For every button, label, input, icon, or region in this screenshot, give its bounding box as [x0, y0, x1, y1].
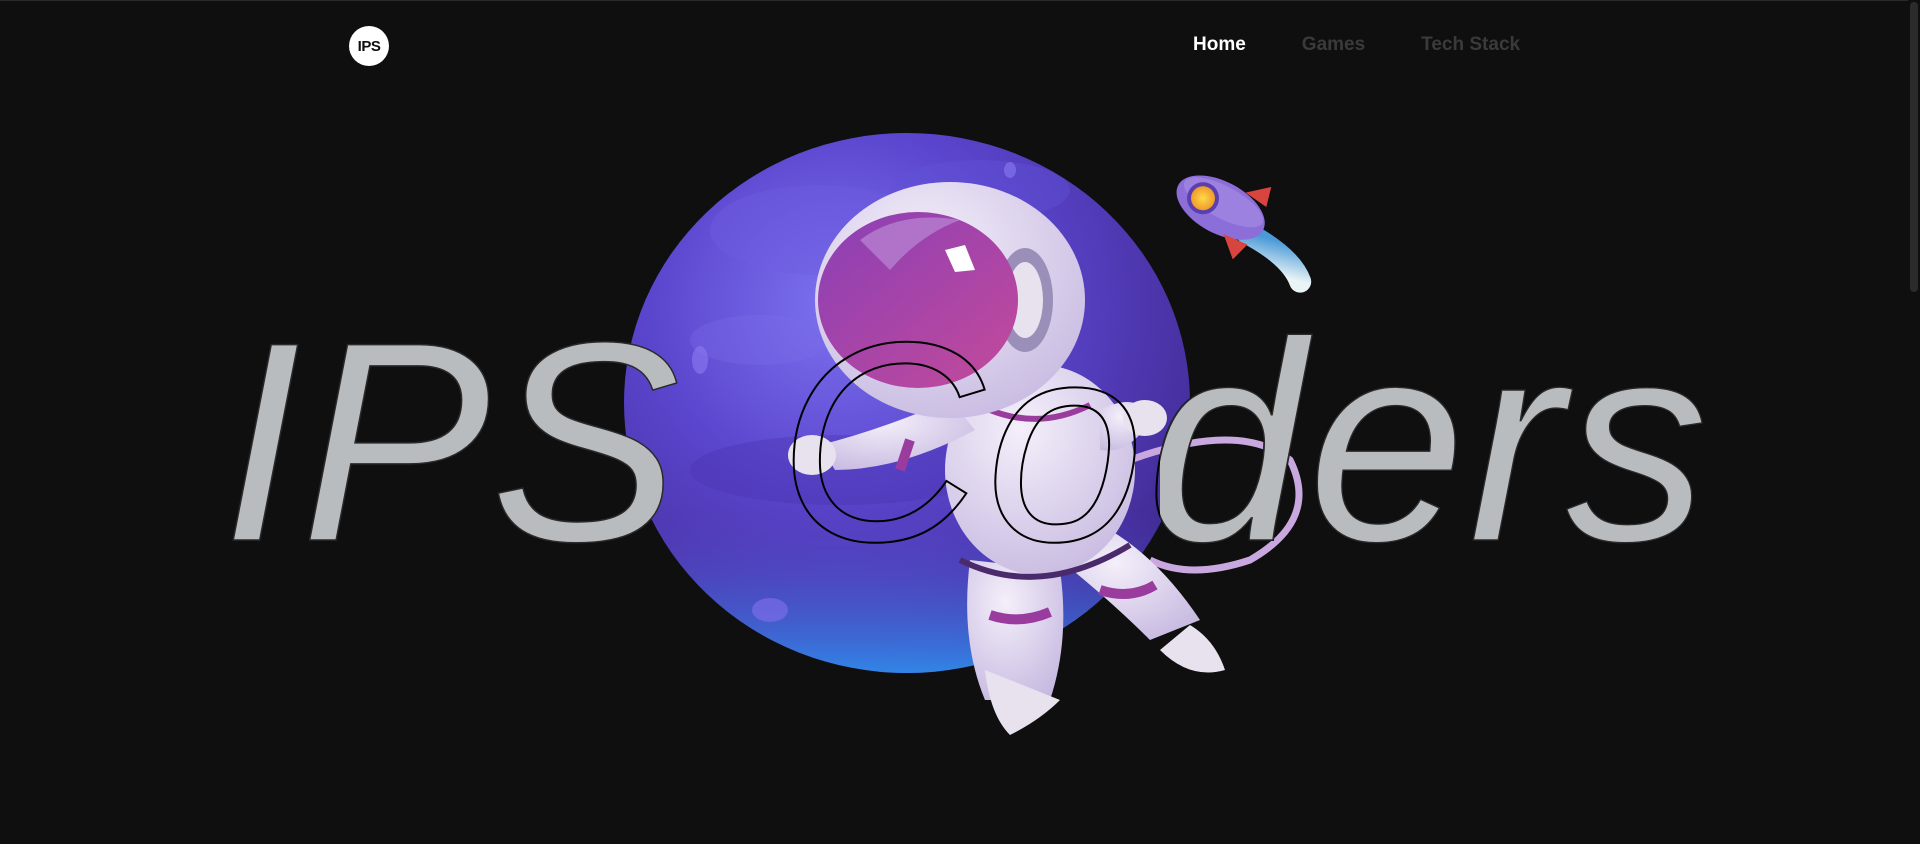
page: IPS Home Games Tech Stack IPS Coders der… — [0, 0, 1920, 844]
rocket-icon — [1176, 175, 1312, 293]
hero-illustration: IPS Coders Coders — [221, 133, 1709, 735]
hero-title: IPS Coders Coders — [221, 283, 1709, 602]
hero-title-ips: IPS — [222, 284, 680, 601]
vertical-scrollbar[interactable] — [1908, 0, 1920, 844]
scrollbar-thumb[interactable] — [1910, 2, 1918, 292]
